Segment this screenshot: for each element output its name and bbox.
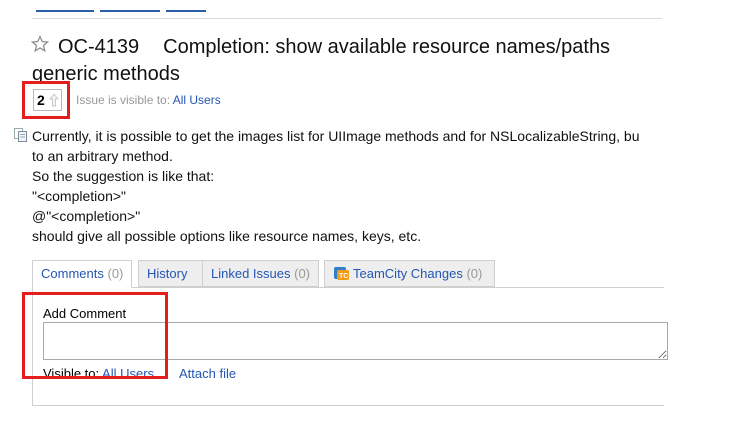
tab-comments-label: Comments <box>41 266 104 281</box>
teamcity-icon: TC <box>334 267 349 280</box>
description-line: So the suggestion is like that: <box>32 168 215 184</box>
tab-linked-issues-label: Linked Issues <box>211 266 291 281</box>
tab-comments-count: (0) <box>107 266 124 281</box>
issue-visibility: Issue is visible to: All Users <box>76 93 221 108</box>
tab-history-label: History <box>147 266 188 281</box>
visibility-link[interactable]: All Users <box>173 93 221 107</box>
highlight-vote <box>22 81 70 119</box>
issue-description: Currently, it is possible to get the ima… <box>32 126 664 246</box>
header-divider <box>32 18 662 19</box>
tab-linked-issues-count: (0) <box>294 266 311 281</box>
description-line: should give all possible options like re… <box>32 228 422 244</box>
issue-title: OC-4139 Completion: show available resour… <box>32 33 672 61</box>
copy-icon[interactable] <box>14 128 27 142</box>
tab-linked-issues[interactable]: Linked Issues (0) <box>202 260 319 287</box>
description-line: Currently, it is possible to get the ima… <box>32 128 640 144</box>
tab-teamcity-changes[interactable]: TC TeamCity Changes (0) <box>324 260 495 287</box>
visibility-label: Issue is visible to: <box>76 93 171 107</box>
tab-teamcity-changes-label: TeamCity Changes <box>353 266 463 281</box>
description-line: @"<completion>" <box>32 208 141 224</box>
svg-text:TC: TC <box>339 273 348 280</box>
description-line: "<completion>" <box>32 188 126 204</box>
breadcrumb-remnant <box>36 0 436 12</box>
highlight-add-comment <box>22 292 168 379</box>
tab-teamcity-changes-count: (0) <box>466 266 483 281</box>
attach-file-link[interactable]: Attach file <box>179 366 236 381</box>
tab-comments[interactable]: Comments (0) <box>32 260 132 288</box>
issue-summary: Completion: show available resource name… <box>163 36 611 58</box>
description-line: to an arbitrary method. <box>32 148 173 164</box>
issue-key: OC-4139 <box>58 36 140 58</box>
